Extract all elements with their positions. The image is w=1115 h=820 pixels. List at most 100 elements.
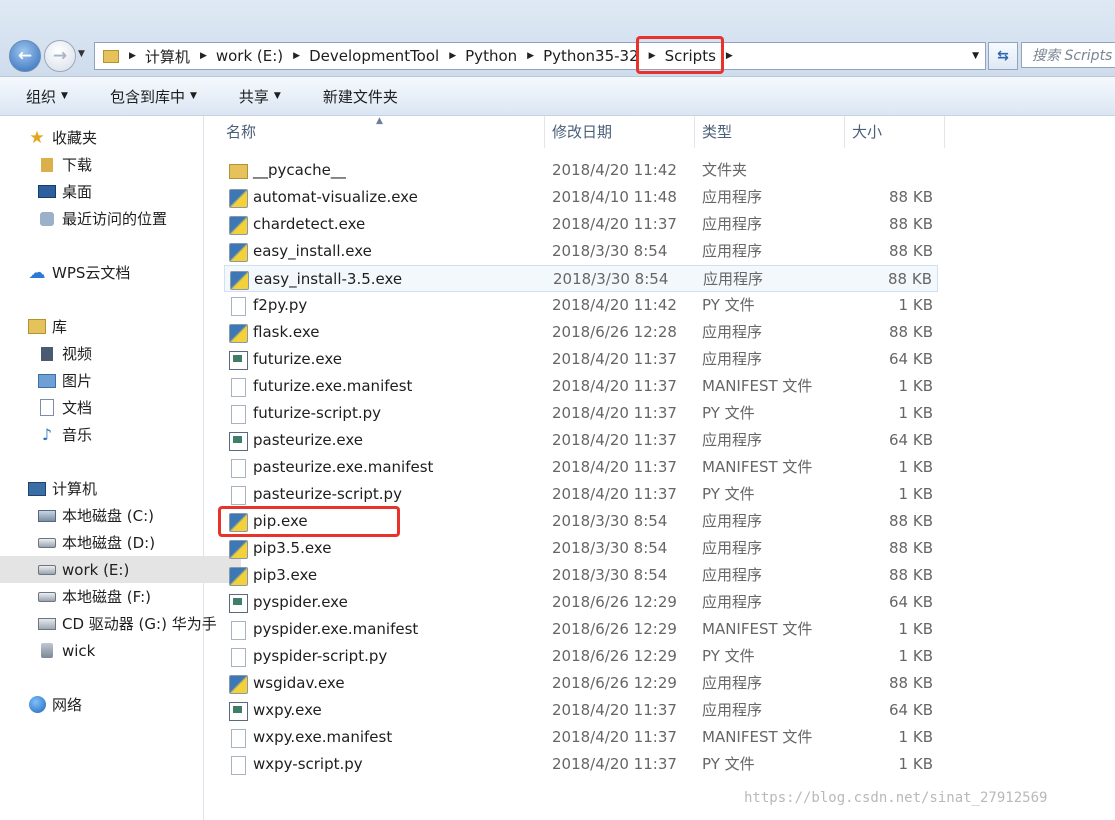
file-name: pasteurize.exe.manifest bbox=[253, 458, 434, 476]
file-name: wsgidav.exe bbox=[253, 674, 345, 692]
sidebar-item-computer[interactable]: 计算机 bbox=[0, 475, 231, 502]
chevron-right-icon[interactable]: ▶ bbox=[200, 51, 207, 61]
column-header-date[interactable]: 修改日期 bbox=[552, 116, 612, 148]
file-row[interactable]: pyspider.exe 2018/6/26 12:29 应用程序 64 KB bbox=[224, 589, 938, 616]
file-row[interactable]: futurize.exe 2018/4/20 11:37 应用程序 64 KB bbox=[224, 346, 938, 373]
file-date: 2018/4/20 11:37 bbox=[552, 431, 677, 449]
file-type: MANIFEST 文件 bbox=[702, 458, 813, 476]
sidebar-item-label: 文档 bbox=[62, 399, 93, 417]
sidebar-item-label: work (E:) bbox=[62, 560, 130, 579]
window-exe-icon bbox=[229, 702, 248, 721]
file-row[interactable]: f2py.py 2018/4/20 11:42 PY 文件 1 KB bbox=[224, 292, 938, 319]
chevron-right-icon[interactable]: ▶ bbox=[129, 51, 136, 61]
breadcrumb-computer[interactable]: 计算机 bbox=[145, 46, 190, 67]
sidebar-item-label: CD 驱动器 (G:) 华为手 bbox=[62, 615, 217, 633]
file-row[interactable]: easy_install-3.5.exe 2018/3/30 8:54 应用程序 88… bbox=[224, 265, 938, 292]
column-divider[interactable] bbox=[944, 116, 945, 148]
python-exe-icon bbox=[229, 540, 248, 559]
file-date: 2018/4/20 11:37 bbox=[552, 458, 677, 476]
file-name: wxpy.exe.manifest bbox=[253, 728, 393, 746]
file-name: f2py.py bbox=[253, 296, 308, 314]
arrow-left-icon: ← bbox=[17, 46, 33, 66]
file-type: PY 文件 bbox=[702, 485, 755, 503]
chevron-right-icon[interactable]: ▶ bbox=[449, 51, 456, 61]
file-row[interactable]: wsgidav.exe 2018/6/26 12:29 应用程序 88 KB bbox=[224, 670, 938, 697]
file-size: 64 KB bbox=[889, 431, 933, 449]
breadcrumb-python35-32[interactable]: Python35-32 bbox=[543, 47, 639, 65]
refresh-button[interactable]: ⇆ bbox=[988, 42, 1018, 70]
breadcrumb-developmenttool[interactable]: DevelopmentTool bbox=[309, 47, 439, 65]
file-name: futurize.exe.manifest bbox=[253, 377, 413, 395]
file-date: 2018/4/20 11:37 bbox=[552, 701, 677, 719]
file-date: 2018/4/20 11:37 bbox=[552, 404, 677, 422]
chevron-right-icon[interactable]: ▶ bbox=[293, 51, 300, 61]
file-date: 2018/4/20 11:37 bbox=[552, 485, 677, 503]
sidebar-item-label: 图片 bbox=[62, 372, 93, 390]
file-icon bbox=[231, 756, 246, 775]
forward-button[interactable]: → bbox=[44, 40, 76, 72]
sidebar-item-libraries[interactable]: 库 bbox=[0, 313, 231, 340]
file-row[interactable]: futurize-script.py 2018/4/20 11:37 PY 文件 1 … bbox=[224, 400, 938, 427]
window-exe-icon bbox=[229, 432, 248, 451]
sidebar-item-wps[interactable]: ☁ WPS云文档 bbox=[0, 259, 231, 286]
chevron-right-icon[interactable]: ▶ bbox=[527, 51, 534, 61]
sidebar-item-favorites[interactable]: ★ 收藏夹 bbox=[0, 124, 231, 151]
column-header-size[interactable]: 大小 bbox=[852, 116, 882, 148]
file-row[interactable]: wxpy.exe 2018/4/20 11:37 应用程序 64 KB bbox=[224, 697, 938, 724]
python-exe-icon bbox=[230, 271, 249, 290]
file-row[interactable]: chardetect.exe 2018/4/20 11:37 应用程序 88 KB bbox=[224, 211, 938, 238]
include-in-library-menu[interactable]: 包含到库中 ▼ bbox=[84, 86, 213, 107]
file-name: __pycache__ bbox=[253, 161, 346, 179]
file-row[interactable]: pyspider.exe.manifest 2018/6/26 12:29 MANI… bbox=[224, 616, 938, 643]
file-row[interactable]: wxpy.exe.manifest 2018/4/20 11:37 MANIFEST… bbox=[224, 724, 938, 751]
file-row[interactable]: easy_install.exe 2018/3/30 8:54 应用程序 88 KB bbox=[224, 238, 938, 265]
file-row[interactable]: pasteurize.exe 2018/4/20 11:37 应用程序 64 KB bbox=[224, 427, 938, 454]
search-input[interactable]: 搜索 Scripts bbox=[1021, 42, 1115, 68]
column-divider[interactable] bbox=[694, 116, 695, 148]
file-size: 88 KB bbox=[889, 215, 933, 233]
sidebar-item-label: 网络 bbox=[52, 696, 83, 714]
sidebar-item-network[interactable]: 网络 bbox=[0, 691, 231, 718]
file-row[interactable]: flask.exe 2018/6/26 12:28 应用程序 88 KB bbox=[224, 319, 938, 346]
python-exe-icon bbox=[229, 675, 248, 694]
organize-menu[interactable]: 组织 ▼ bbox=[0, 86, 84, 107]
share-menu[interactable]: 共享 ▼ bbox=[213, 86, 297, 107]
file-row[interactable]: futurize.exe.manifest 2018/4/20 11:37 MANI… bbox=[224, 373, 938, 400]
column-divider[interactable] bbox=[544, 116, 545, 148]
file-icon bbox=[231, 405, 246, 424]
file-row[interactable]: pyspider-script.py 2018/6/26 12:29 PY 文件 1 … bbox=[224, 643, 938, 670]
file-row[interactable]: pip3.exe 2018/3/30 8:54 应用程序 88 KB bbox=[224, 562, 938, 589]
chevron-right-icon[interactable]: ▶ bbox=[726, 51, 733, 61]
file-icon bbox=[231, 378, 246, 397]
file-row[interactable]: pip3.5.exe 2018/3/30 8:54 应用程序 88 KB bbox=[224, 535, 938, 562]
file-name: easy_install.exe bbox=[253, 242, 372, 260]
file-icon bbox=[231, 459, 246, 478]
folder-icon bbox=[103, 49, 119, 63]
file-row[interactable]: __pycache__ 2018/4/20 11:42 文件夹 bbox=[224, 157, 938, 184]
file-row[interactable]: automat-visualize.exe 2018/4/10 11:48 应用程序… bbox=[224, 184, 938, 211]
column-header-name[interactable]: 名称 bbox=[226, 116, 256, 148]
file-icon bbox=[231, 486, 246, 505]
file-date: 2018/6/26 12:29 bbox=[552, 647, 677, 665]
file-type: MANIFEST 文件 bbox=[702, 377, 813, 395]
column-divider[interactable] bbox=[844, 116, 845, 148]
new-folder-button[interactable]: 新建文件夹 bbox=[297, 86, 414, 107]
file-name: flask.exe bbox=[253, 323, 320, 341]
file-name: pyspider.exe.manifest bbox=[253, 620, 419, 638]
file-size: 1 KB bbox=[898, 755, 933, 773]
file-type: PY 文件 bbox=[702, 755, 755, 773]
breadcrumb-python[interactable]: Python bbox=[465, 47, 517, 65]
file-row[interactable]: pasteurize.exe.manifest 2018/4/20 11:37 MA… bbox=[224, 454, 938, 481]
file-list: ▲ 名称 修改日期 类型 大小 __pycache__ 2018/4/20 11:… bbox=[204, 116, 1115, 820]
file-row[interactable]: wxpy-script.py 2018/4/20 11:37 PY 文件 1 KB bbox=[224, 751, 938, 778]
address-bar[interactable]: ▶ 计算机 ▶ work (E:) ▶ DevelopmentTool ▶ Py… bbox=[94, 42, 986, 70]
column-header-type[interactable]: 类型 bbox=[702, 116, 732, 148]
back-button[interactable]: ← bbox=[9, 40, 41, 72]
address-dropdown-icon[interactable]: ▼ bbox=[972, 51, 979, 61]
file-date: 2018/4/20 11:37 bbox=[552, 350, 677, 368]
window-exe-icon bbox=[229, 594, 248, 613]
file-row[interactable]: pasteurize-script.py 2018/4/20 11:37 PY 文件… bbox=[224, 481, 938, 508]
history-dropdown-icon[interactable]: ▼ bbox=[78, 49, 85, 59]
breadcrumb-work-e[interactable]: work (E:) bbox=[216, 47, 283, 65]
sidebar-item-label: 库 bbox=[52, 318, 68, 336]
